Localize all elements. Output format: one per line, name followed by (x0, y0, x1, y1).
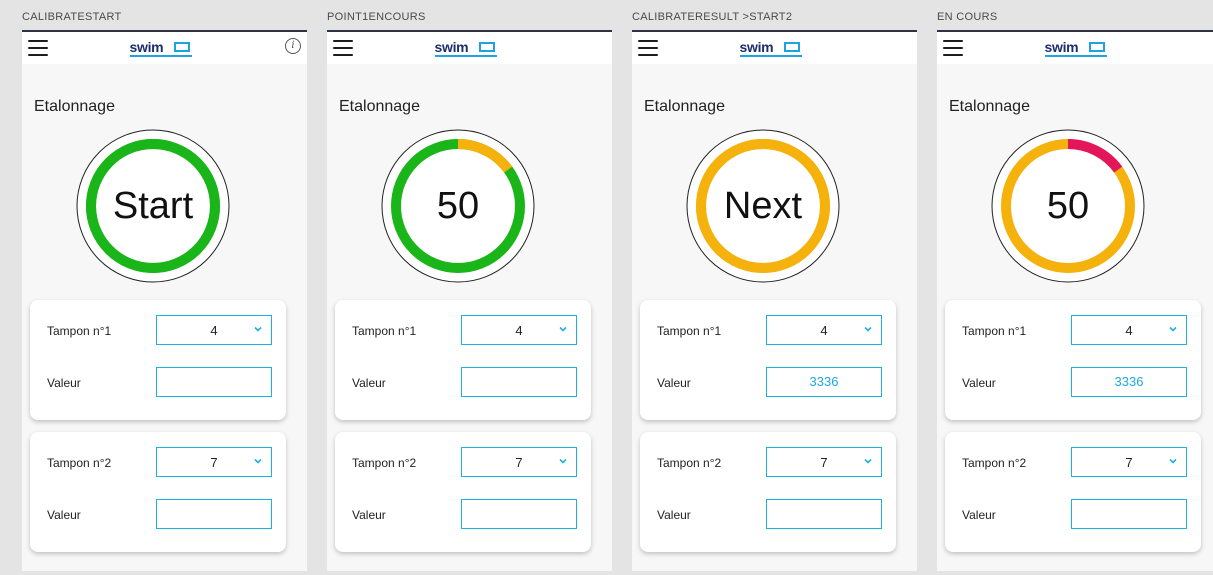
buffer-2-select[interactable]: 7 (461, 447, 577, 477)
phone-screen: swim i Etalonnage Start Tampon n°1 4 Val… (22, 30, 307, 571)
buffer-1-card: Tampon n°1 4 Valeur 3336 (640, 300, 896, 420)
page-title: Etalonnage (644, 98, 725, 115)
buffer-1-select[interactable]: 4 (461, 315, 577, 345)
buffer-1-label: Tampon n°1 (657, 324, 722, 338)
buffer-1-select[interactable]: 4 (156, 315, 272, 345)
buffer-2-select[interactable]: 7 (1071, 447, 1187, 477)
buffer-2-select[interactable]: 7 (766, 447, 882, 477)
buffer-2-select[interactable]: 7 (156, 447, 272, 477)
buffer-2-card: Tampon n°2 7 Valeur (945, 432, 1201, 552)
page-title: Etalonnage (34, 98, 115, 115)
artboard-1: CALIBRATESTART swim i Etalonnage Start T… (22, 0, 307, 575)
buffer-1-valeur-input[interactable]: 3336 (1071, 367, 1187, 397)
artboard-4: EN COURS swim Etalonnage 50 Tampon n°1 4… (937, 0, 1213, 575)
buffer-2-valeur-label: Valeur (962, 508, 996, 522)
buffer-1-valeur-label: Valeur (47, 376, 81, 390)
buffer-1-valeur-label: Valeur (962, 376, 996, 390)
buffer-1-valeur-label: Valeur (352, 376, 386, 390)
buffer-1-label: Tampon n°1 (962, 324, 1027, 338)
buffer-1-card: Tampon n°1 4 Valeur 3336 (945, 300, 1201, 420)
artboard-label: POINT1ENCOURS (327, 11, 426, 23)
swim-logo: swim (129, 39, 200, 57)
buffer-2-label: Tampon n°2 (352, 456, 417, 470)
chevron-down-icon (559, 326, 567, 332)
buffer-1-select[interactable]: 4 (766, 315, 882, 345)
buffer-1-card: Tampon n°1 4 Valeur (30, 300, 286, 420)
gauge-label: Next (723, 184, 803, 227)
buffer-2-card: Tampon n°2 7 Valeur (30, 432, 286, 552)
buffer-1-card: Tampon n°1 4 Valeur (335, 300, 591, 420)
gauge-label: 50 (1046, 184, 1090, 227)
logo-text: swim (739, 39, 774, 55)
chevron-down-icon (1169, 458, 1177, 464)
logo-text: swim (1044, 39, 1079, 55)
calibration-gauge-button[interactable]: 50 (380, 128, 536, 284)
buffer-2-valeur-label: Valeur (352, 508, 386, 522)
calibration-gauge-button[interactable]: Next (685, 128, 841, 284)
chevron-down-icon (864, 458, 872, 464)
app-bar: swim (327, 32, 612, 64)
info-icon[interactable]: i (285, 38, 301, 54)
buffer-2-label: Tampon n°2 (657, 456, 722, 470)
buffer-1-valeur-input[interactable] (461, 367, 577, 397)
chevron-down-icon (1169, 326, 1177, 332)
artboard-label: CALIBRATERESULT >START2 (632, 11, 793, 23)
app-bar: swim (937, 32, 1213, 64)
buffer-2-valeur-input[interactable] (461, 499, 577, 529)
phone-screen: swim Etalonnage 50 Tampon n°1 4 (327, 30, 612, 571)
hamburger-menu-icon[interactable] (943, 40, 963, 56)
chevron-down-icon (254, 326, 262, 332)
swim-logo: swim (434, 39, 505, 57)
hamburger-menu-icon[interactable] (638, 40, 658, 56)
buffer-1-select[interactable]: 4 (1071, 315, 1187, 345)
buffer-1-valeur-input[interactable]: 3336 (766, 367, 882, 397)
calibration-gauge-button[interactable]: Start (75, 128, 231, 284)
page-title: Etalonnage (949, 98, 1030, 115)
app-bar: swim i (22, 32, 307, 64)
logo-text: swim (129, 39, 164, 55)
gauge-label: Start (112, 184, 194, 227)
buffer-2-card: Tampon n°2 7 Valeur (335, 432, 591, 552)
swim-logo: swim (739, 39, 810, 57)
logo-text: swim (434, 39, 469, 55)
swim-logo: swim (1044, 39, 1115, 57)
chevron-down-icon (254, 458, 262, 464)
buffer-2-label: Tampon n°2 (47, 456, 112, 470)
buffer-2-label: Tampon n°2 (962, 456, 1027, 470)
artboard-3: CALIBRATERESULT >START2 swim Etalonnage (632, 0, 917, 575)
gauge-label: 50 (436, 184, 480, 227)
buffer-1-label: Tampon n°1 (352, 324, 417, 338)
buffer-2-valeur-label: Valeur (657, 508, 691, 522)
buffer-2-valeur-input[interactable] (766, 499, 882, 529)
chevron-down-icon (864, 326, 872, 332)
buffer-2-valeur-input[interactable] (1071, 499, 1187, 529)
calibration-gauge-button[interactable]: 50 (990, 128, 1146, 284)
buffer-2-valeur-input[interactable] (156, 499, 272, 529)
chevron-down-icon (559, 458, 567, 464)
phone-screen: swim Etalonnage Next Tampon n°1 4 Valeur… (632, 30, 917, 571)
app-bar: swim (632, 32, 917, 64)
hamburger-menu-icon[interactable] (333, 40, 353, 56)
buffer-1-valeur-input[interactable] (156, 367, 272, 397)
hamburger-menu-icon[interactable] (28, 40, 48, 56)
page-title: Etalonnage (339, 98, 420, 115)
artboard-label: EN COURS (937, 11, 998, 23)
buffer-1-valeur-label: Valeur (657, 376, 691, 390)
buffer-2-valeur-label: Valeur (47, 508, 81, 522)
buffer-2-card: Tampon n°2 7 Valeur (640, 432, 896, 552)
artboard-label: CALIBRATESTART (22, 11, 122, 23)
artboard-2: POINT1ENCOURS swim Etalonnage 50 Tampon … (327, 0, 612, 575)
buffer-1-label: Tampon n°1 (47, 324, 112, 338)
phone-screen: swim Etalonnage 50 Tampon n°1 4 (937, 30, 1213, 571)
